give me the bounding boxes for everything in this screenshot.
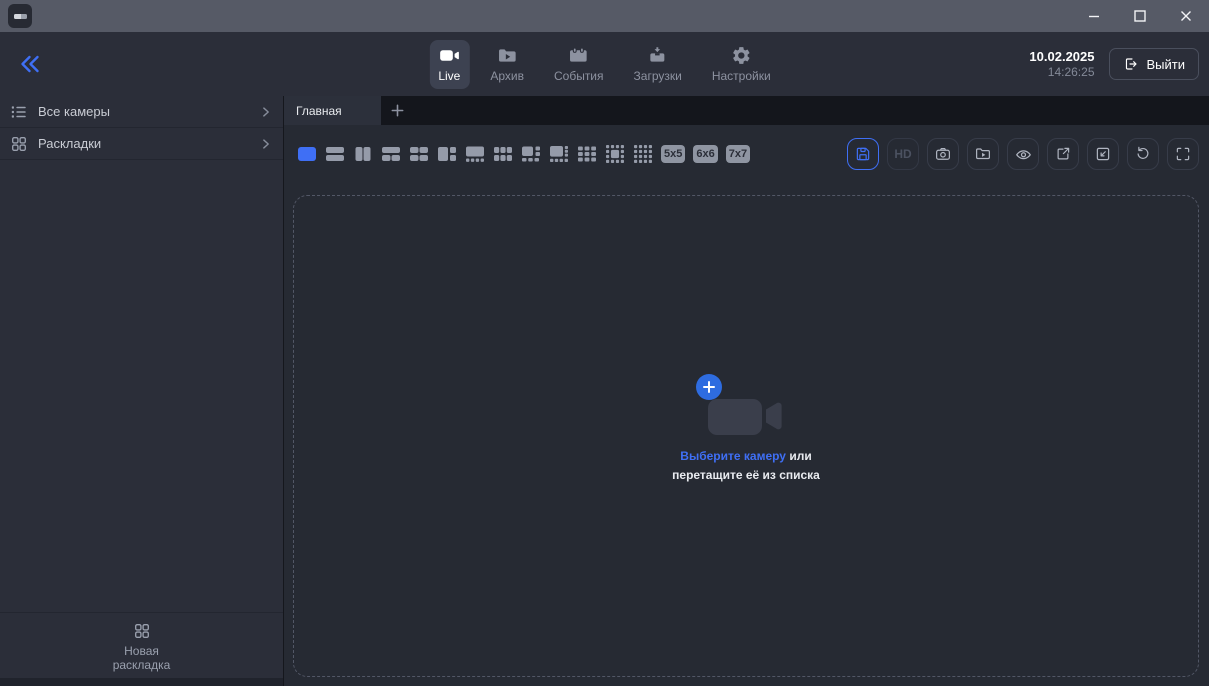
navbar: Live Архив События Загрузки <box>0 32 1209 96</box>
sidebar-item-all-cameras-label: Все камеры <box>38 104 110 119</box>
layout-2cols-button[interactable] <box>353 144 373 164</box>
screenshot-camera-icon <box>934 145 952 163</box>
select-camera-link[interactable]: Выберите камеру <box>680 449 786 463</box>
main-nav: Live Архив События Загрузки <box>429 32 779 96</box>
app-logo-icon <box>8 4 32 28</box>
new-layout-label: Новая раскладка <box>100 644 184 672</box>
layout-5x5-button[interactable]: 5x5 <box>661 145 685 163</box>
current-time: 14:26:25 <box>1029 65 1094 79</box>
empty-state-text: Выберите камеру или перетащите её из спи… <box>672 447 820 484</box>
layout-single-button[interactable] <box>297 144 317 164</box>
video-camera-icon <box>439 46 460 66</box>
view-actions: HD <box>847 138 1199 170</box>
layout-tabstrip: Главная <box>284 96 1209 125</box>
fit-window-button[interactable] <box>1087 138 1119 170</box>
chevron-right-icon <box>259 105 273 119</box>
plus-icon <box>703 381 715 393</box>
screenshot-button[interactable] <box>927 138 959 170</box>
new-layout-button[interactable]: Новая раскладка <box>0 612 283 678</box>
sidebar-item-layouts-label: Раскладки <box>38 136 101 151</box>
save-layout-button[interactable] <box>847 138 879 170</box>
nav-live-label: Live <box>438 69 460 83</box>
camera-list-icon <box>10 103 28 121</box>
layout-2rows-button[interactable] <box>325 144 345 164</box>
nav-archive[interactable]: Архив <box>481 40 533 89</box>
nav-events-label: События <box>554 69 604 83</box>
navbar-right: 10.02.2025 14:26:25 Выйти <box>1029 48 1199 80</box>
hd-toggle-button[interactable]: HD <box>887 138 919 170</box>
save-floppy-icon <box>854 145 872 163</box>
layout-4x4-button[interactable] <box>633 144 653 164</box>
camera-placeholder-icon <box>708 387 784 437</box>
layout-buttons: 5x5 6x6 7x7 <box>297 144 750 164</box>
titlebar <box>0 0 1209 32</box>
main-area: Главная <box>284 96 1209 686</box>
logout-icon <box>1123 56 1139 72</box>
eye-icon <box>1014 145 1033 164</box>
sidebar-spacer <box>0 160 283 612</box>
refresh-button[interactable] <box>1127 138 1159 170</box>
chevron-right-icon <box>259 137 273 151</box>
export-button[interactable] <box>1047 138 1079 170</box>
sidebar: Все камеры Раскладки Новая раскла <box>0 96 284 686</box>
layout-1top-4-button[interactable] <box>465 144 485 164</box>
logout-button[interactable]: Выйти <box>1109 48 1200 80</box>
content: 5x5 6x6 7x7 HD <box>284 125 1209 686</box>
tab-main[interactable]: Главная <box>284 96 381 125</box>
new-layout-grid-icon <box>133 622 151 640</box>
toolbar: 5x5 6x6 7x7 HD <box>284 125 1209 183</box>
logout-label: Выйти <box>1147 57 1186 72</box>
archive-folder-play-icon <box>497 46 518 66</box>
export-arrow-icon <box>1054 145 1072 163</box>
double-chevron-left-icon <box>18 52 42 76</box>
drag-hint-text: перетащите её из списка <box>672 466 820 485</box>
nav-settings-label: Настройки <box>712 69 771 83</box>
records-folder-button[interactable] <box>967 138 999 170</box>
download-box-icon <box>647 46 668 66</box>
close-button[interactable] <box>1163 0 1209 32</box>
layout-6x6-button[interactable]: 6x6 <box>693 145 717 163</box>
events-calendar-icon <box>568 46 589 66</box>
layout-7x7-button[interactable]: 7x7 <box>726 145 750 163</box>
add-tab-button[interactable] <box>381 96 413 125</box>
settings-gear-icon <box>731 46 752 66</box>
nav-events[interactable]: События <box>545 40 613 89</box>
sidebar-item-layouts[interactable]: Раскладки <box>0 128 283 160</box>
nav-downloads[interactable]: Загрузки <box>625 40 691 89</box>
fullscreen-icon <box>1174 145 1192 163</box>
datetime: 10.02.2025 14:26:25 <box>1029 49 1094 80</box>
empty-state: Выберите камеру или перетащите её из спи… <box>672 387 820 484</box>
records-folder-play-icon <box>974 145 992 163</box>
visibility-button[interactable] <box>1007 138 1039 170</box>
nav-archive-label: Архив <box>490 69 524 83</box>
fullscreen-button[interactable] <box>1167 138 1199 170</box>
refresh-icon <box>1134 145 1152 163</box>
layout-1top-2-button[interactable] <box>381 144 401 164</box>
nav-downloads-label: Загрузки <box>634 69 682 83</box>
layout-1left-2-button[interactable] <box>437 144 457 164</box>
conjunction-text: или <box>789 449 811 463</box>
sidebar-item-all-cameras[interactable]: Все камеры <box>0 96 283 128</box>
layout-1plus12-button[interactable] <box>605 144 625 164</box>
maximize-button[interactable] <box>1117 0 1163 32</box>
app-body: Все камеры Раскладки Новая раскла <box>0 96 1209 686</box>
nav-live[interactable]: Live <box>429 40 469 89</box>
layout-3x3-button[interactable] <box>577 144 597 164</box>
current-date: 10.02.2025 <box>1029 49 1094 65</box>
layout-2x3-button[interactable] <box>493 144 513 164</box>
app-window: Live Архив События Загрузки <box>0 0 1209 686</box>
collapse-sidebar-button[interactable] <box>14 48 46 80</box>
layout-1plus5-button[interactable] <box>521 144 541 164</box>
camera-dropzone[interactable]: Выберите камеру или перетащите её из спи… <box>293 195 1199 677</box>
layouts-grid-icon <box>10 135 28 153</box>
layout-1plus7-button[interactable] <box>549 144 569 164</box>
layout-2x2-button[interactable] <box>409 144 429 164</box>
fit-window-icon <box>1094 145 1112 163</box>
nav-settings[interactable]: Настройки <box>703 40 780 89</box>
camera-placeholder <box>708 387 784 437</box>
minimize-button[interactable] <box>1071 0 1117 32</box>
window-controls <box>1071 0 1209 32</box>
sidebar-footer <box>0 678 283 686</box>
